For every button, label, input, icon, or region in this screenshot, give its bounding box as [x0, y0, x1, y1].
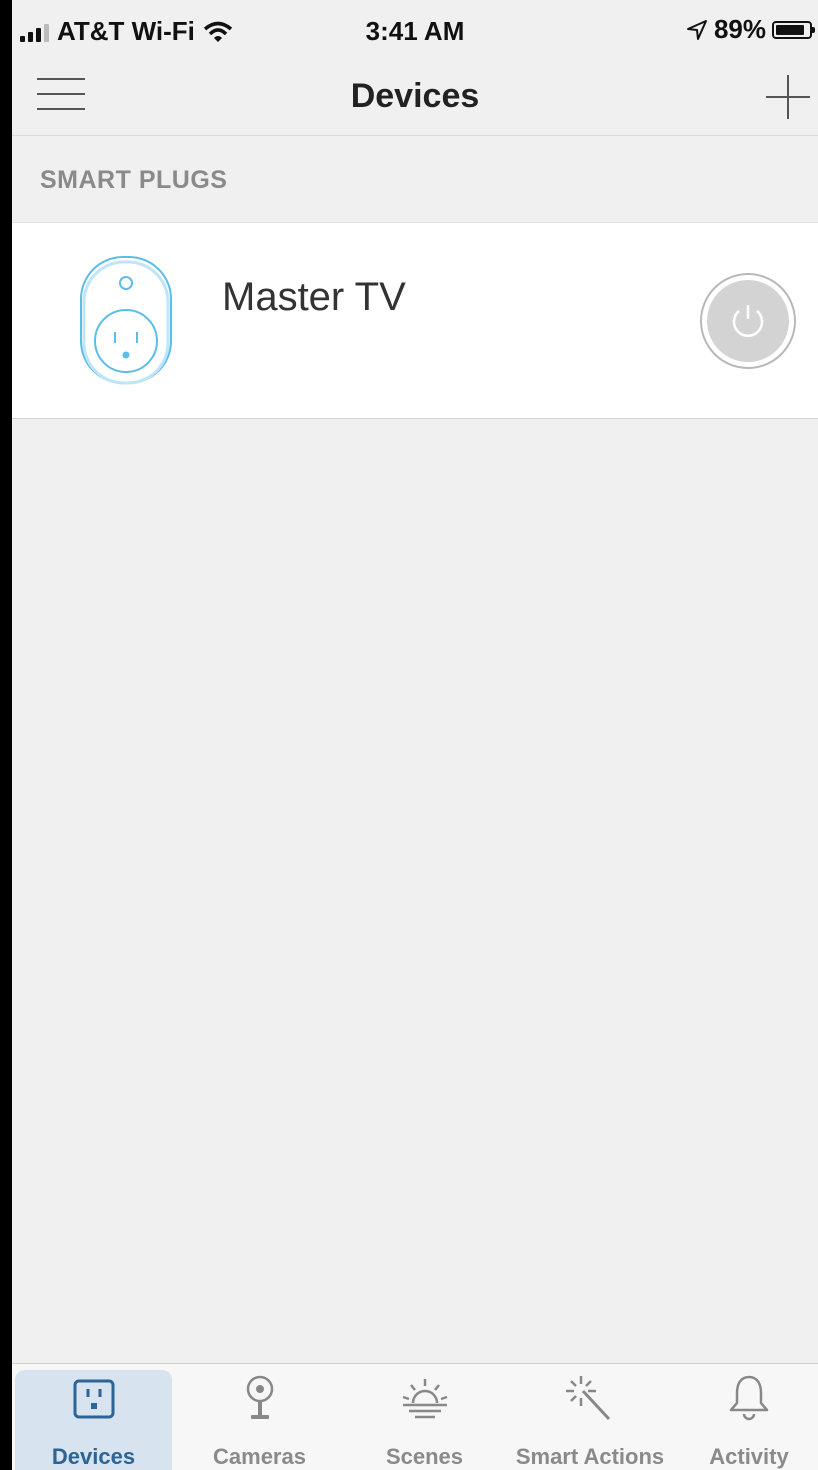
tab-label: Devices	[51, 1444, 136, 1469]
status-bar-right: 89%	[686, 14, 815, 45]
bell-icon	[729, 1375, 769, 1421]
tab-devices[interactable]: Devices	[15, 1370, 172, 1470]
section-header: SMART PLUGS	[12, 136, 818, 223]
tab-label: Scenes	[385, 1444, 464, 1469]
tab-bar: Devices Cameras Scenes Smart Actions Act…	[12, 1363, 818, 1470]
page-title: Devices	[350, 77, 480, 115]
nav-bar: Devices	[12, 60, 818, 136]
tab-label: Cameras	[213, 1444, 306, 1469]
magic-wand-icon	[566, 1376, 611, 1421]
battery-percent: 89%	[713, 14, 766, 44]
status-bar: AT&T Wi-Fi 3:41 AM 89%	[12, 0, 818, 60]
camera-icon	[246, 1375, 273, 1419]
power-toggle-button[interactable]	[700, 273, 796, 369]
app-screen: AT&T Wi-Fi 3:41 AM 89% Devices SMART PLU…	[12, 0, 818, 1470]
section-title: SMART PLUGS	[40, 166, 228, 194]
device-row[interactable]: Master TV	[12, 223, 818, 419]
battery-icon	[772, 20, 815, 39]
power-icon	[707, 280, 789, 362]
sunrise-icon	[402, 1379, 447, 1419]
outlet-icon	[73, 1379, 114, 1419]
device-name: Master TV	[222, 275, 406, 319]
tab-activity[interactable]: Activity	[680, 1370, 818, 1470]
tab-scenes[interactable]: Scenes	[347, 1370, 502, 1470]
add-device-button[interactable]	[763, 72, 813, 122]
tab-label: Activity	[709, 1444, 789, 1469]
smart-plug-icon	[80, 256, 172, 385]
tab-label: Smart Actions	[515, 1444, 665, 1469]
tab-smart-actions[interactable]: Smart Actions	[510, 1370, 670, 1470]
location-arrow-icon	[686, 19, 707, 40]
tab-cameras[interactable]: Cameras	[182, 1370, 337, 1470]
